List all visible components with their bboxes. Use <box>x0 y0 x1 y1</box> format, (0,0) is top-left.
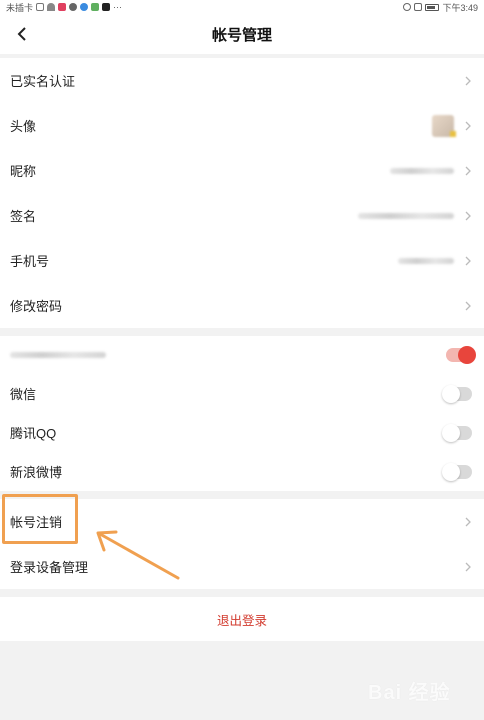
third-party-binding-group: 微信 腾讯QQ 新浪微博 <box>0 336 484 491</box>
row-label: 头像 <box>10 119 37 134</box>
chevron-right-icon <box>465 211 471 220</box>
blurred-label <box>10 352 106 358</box>
qq-toggle[interactable] <box>442 423 472 442</box>
qq-row: 腾讯QQ <box>0 413 484 452</box>
navigation-bar: 帐号管理 <box>0 14 484 54</box>
carrier-text: 未插卡 <box>6 2 34 13</box>
logout-label: 退出登录 <box>216 613 267 628</box>
eye-icon <box>403 3 412 11</box>
avatar-row[interactable]: 头像 <box>0 103 484 148</box>
row-label: 腾讯QQ <box>10 426 57 441</box>
status-bar: 未插卡 ··· 下午3:49 <box>0 0 484 14</box>
binding-toggle-on[interactable] <box>446 346 476 364</box>
weibo-row: 新浪微博 <box>0 452 484 491</box>
device-management-row[interactable]: 登录设备管理 <box>0 544 484 589</box>
chevron-right-icon <box>465 517 471 526</box>
chevron-right-icon <box>465 256 471 265</box>
row-label: 新浪微博 <box>10 465 63 480</box>
chevron-right-icon <box>465 121 471 130</box>
row-label: 微信 <box>10 387 37 402</box>
signature-value-blurred <box>358 212 454 219</box>
wechat-toggle[interactable] <box>442 384 472 403</box>
nickname-row[interactable]: 昵称 <box>0 148 484 193</box>
toggle-knob <box>458 346 476 364</box>
row-label: 昵称 <box>10 164 37 179</box>
back-button[interactable] <box>10 22 34 46</box>
app-notification-icon <box>58 3 67 11</box>
row-label: 修改密码 <box>10 299 63 314</box>
clock-text: 下午3:49 <box>442 2 478 13</box>
chevron-right-icon <box>465 76 471 85</box>
wifi-icon <box>47 3 56 11</box>
blurred-binding-row <box>0 336 484 374</box>
chevron-right-icon <box>465 301 471 310</box>
nickname-value-blurred <box>390 167 454 174</box>
chevron-right-icon <box>465 166 471 175</box>
row-label: 签名 <box>10 209 37 224</box>
app-icon <box>80 3 89 11</box>
battery-icon <box>425 3 440 11</box>
chevron-left-icon <box>17 27 26 41</box>
app-icon <box>91 3 100 11</box>
row-label: 已实名认证 <box>10 74 76 89</box>
toggle-knob <box>442 423 460 442</box>
weibo-toggle[interactable] <box>442 462 472 481</box>
logout-button[interactable]: 退出登录 <box>0 597 484 641</box>
sim-icon <box>36 3 45 11</box>
page-title: 帐号管理 <box>211 26 272 44</box>
real-name-row[interactable]: 已实名认证 <box>0 58 484 103</box>
change-password-row[interactable]: 修改密码 <box>0 283 484 328</box>
chat-icon <box>69 3 78 11</box>
chevron-right-icon <box>465 562 471 571</box>
more-notifications-icon: ··· <box>113 2 123 12</box>
signature-row[interactable]: 签名 <box>0 193 484 238</box>
watermark-logo: Bai 经验 <box>368 682 451 704</box>
row-label: 登录设备管理 <box>10 560 89 575</box>
highlight-box <box>2 494 78 544</box>
phone-row[interactable]: 手机号 <box>0 238 484 283</box>
wechat-row: 微信 <box>0 374 484 413</box>
toggle-knob <box>442 462 460 481</box>
toggle-knob <box>442 384 460 403</box>
account-info-group: 已实名认证 头像 昵称 签名 手机号 修改密码 <box>0 58 484 328</box>
mute-icon <box>414 3 423 11</box>
row-label: 手机号 <box>10 254 50 269</box>
phone-value-blurred <box>398 257 454 264</box>
music-app-icon <box>102 3 111 11</box>
avatar <box>432 114 456 137</box>
annotation-arrow-icon <box>96 530 180 580</box>
